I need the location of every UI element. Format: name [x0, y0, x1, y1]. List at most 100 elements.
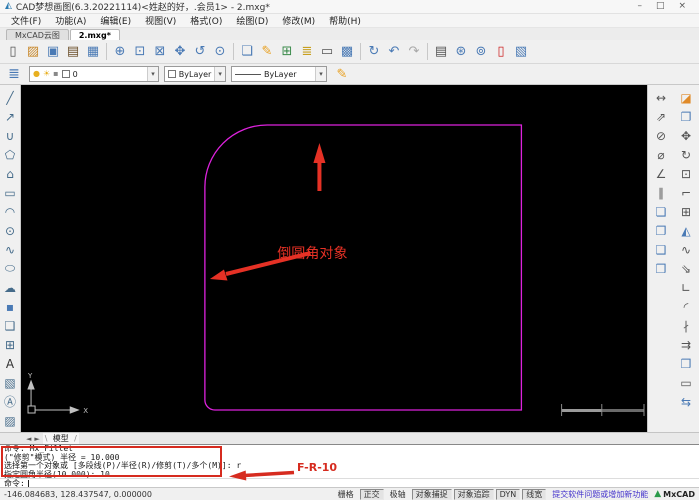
rotate-icon[interactable]: ↻	[677, 145, 696, 164]
wipeout-icon[interactable]: ⌂	[1, 164, 20, 183]
zoom-extents-icon[interactable]: ⊠	[150, 42, 170, 62]
copy-clip-icon[interactable]: ❏	[652, 202, 671, 221]
array-icon[interactable]: ⊞	[677, 202, 696, 221]
find-text-icon[interactable]: ❏	[237, 42, 257, 62]
dim-diameter-icon[interactable]: ⌀	[652, 145, 671, 164]
status-toggle-4[interactable]: 对象捕捉	[411, 488, 452, 500]
refresh-icon[interactable]: ↻	[364, 42, 384, 62]
status-toggle-6[interactable]: DYN	[495, 488, 521, 500]
circle-icon[interactable]: ⊙	[1, 221, 20, 240]
tab-mxcad-cloud[interactable]: MxCAD云图	[6, 29, 69, 40]
status-toggle-1[interactable]: 栅格	[334, 489, 358, 500]
new-file-icon[interactable]: ▯	[3, 42, 23, 62]
linetype-select[interactable]: ByLayer ▾	[231, 66, 327, 82]
point-icon[interactable]: ▪	[1, 297, 20, 316]
open-drawing-icon[interactable]: ▨	[23, 42, 43, 62]
spline-icon[interactable]: ∿	[1, 240, 20, 259]
break-icon[interactable]: ∤	[677, 316, 696, 335]
menu-item-3[interactable]: 编辑(E)	[93, 13, 138, 28]
polyline-edit-icon[interactable]: ⌐	[677, 183, 696, 202]
redo-icon[interactable]: ↷	[404, 42, 424, 62]
web-open-icon[interactable]: ⊚	[471, 42, 491, 62]
menu-item-2[interactable]: 功能(A)	[48, 13, 93, 28]
status-toggle-7[interactable]: 线宽	[522, 488, 547, 500]
move-icon[interactable]: ✥	[677, 126, 696, 145]
fillet-icon[interactable]: ◜	[677, 297, 696, 316]
pan-icon[interactable]: ✥	[170, 42, 190, 62]
menu-item-8[interactable]: 帮助(H)	[322, 13, 368, 28]
block-create-icon[interactable]: ❑	[1, 316, 20, 335]
dim-linear-icon[interactable]: ↔	[652, 88, 671, 107]
dim-angular-icon[interactable]: ∠	[652, 164, 671, 183]
command-line-panel[interactable]: 命令: Mx_Fillet ("修剪"模式) 半径 = 10.000 选择第一个…	[0, 444, 699, 487]
table-icon[interactable]: ⊞	[277, 42, 297, 62]
spline-edit-icon[interactable]: ∿	[677, 240, 696, 259]
box-3d-icon[interactable]: ❒	[677, 354, 696, 373]
command-input-row[interactable]: 命令:	[0, 478, 699, 487]
xline-icon[interactable]: ↗	[1, 107, 20, 126]
feedback-link[interactable]: 提交软件问题或增加新功能	[552, 489, 648, 500]
color-select[interactable]: ByLayer ▾	[164, 66, 226, 82]
tab-scroll-left-icon[interactable]: ◄	[26, 435, 31, 443]
drawing-canvas[interactable]: 倒圆角对象 Y X	[21, 85, 647, 432]
menu-item-6[interactable]: 绘图(D)	[229, 13, 275, 28]
mtext-icon[interactable]: ≣	[297, 42, 317, 62]
display-settings-icon[interactable]: ▩	[337, 42, 357, 62]
close-button[interactable]: ×	[678, 2, 686, 11]
layer-manager-icon[interactable]: ≣	[4, 64, 24, 84]
extend-icon[interactable]: ⇉	[677, 335, 696, 354]
menu-item-7[interactable]: 修改(M)	[275, 13, 322, 28]
mirror-icon[interactable]: ◭	[677, 221, 696, 240]
properties-pencil-icon[interactable]: ✎	[332, 64, 352, 84]
text-icon[interactable]: A	[1, 354, 20, 373]
line-icon[interactable]: ╱	[1, 88, 20, 107]
print-icon[interactable]: ▤	[431, 42, 451, 62]
zoom-scale-icon[interactable]: ⊙	[210, 42, 230, 62]
block-insert-icon[interactable]: ⊞	[1, 335, 20, 354]
zoom-dynamic-icon[interactable]: ⊕	[110, 42, 130, 62]
dim-continue-icon[interactable]: ∥	[652, 183, 671, 202]
erase-icon[interactable]: ◪	[677, 88, 696, 107]
minimize-button[interactable]: –	[637, 2, 642, 11]
rectangle-icon[interactable]: ▭	[1, 183, 20, 202]
tab-scroll-right-icon[interactable]: ►	[34, 435, 39, 443]
save-as-icon[interactable]: ▦	[83, 42, 103, 62]
status-toggle-2[interactable]: 正交	[359, 488, 384, 500]
status-toggle-3[interactable]: 极轴	[386, 489, 410, 500]
save-icon[interactable]: ▣	[43, 42, 63, 62]
open-folder-icon[interactable]: ▤	[63, 42, 83, 62]
copy-icon[interactable]: ❐	[677, 107, 696, 126]
dim-radius-icon[interactable]: ⊘	[652, 126, 671, 145]
paste-icon[interactable]: ❑	[652, 240, 671, 259]
dim-aligned-icon[interactable]: ⇗	[652, 107, 671, 126]
menu-item-5[interactable]: 格式(O)	[183, 13, 229, 28]
hatch-icon[interactable]: ▨	[1, 411, 20, 430]
maximize-button[interactable]: □	[656, 2, 665, 11]
layer-select[interactable]: ● ☀ ▪ 0 ▾	[29, 66, 159, 82]
zoom-previous-icon[interactable]: ↺	[190, 42, 210, 62]
image-attach-icon[interactable]: ▧	[1, 373, 20, 392]
model-tab[interactable]: 模型	[42, 433, 79, 444]
undo-icon[interactable]: ↶	[384, 42, 404, 62]
polyline-icon[interactable]: ∪	[1, 126, 20, 145]
zoom-window-icon[interactable]: ⊡	[130, 42, 150, 62]
image-export-icon[interactable]: ▧	[511, 42, 531, 62]
menu-item-4[interactable]: 视图(V)	[138, 13, 183, 28]
redline-pencil-icon[interactable]: ✎	[257, 42, 277, 62]
arc-icon[interactable]: ◠	[1, 202, 20, 221]
region-icon[interactable]: ▭	[677, 373, 696, 392]
polygon-icon[interactable]: ⬠	[1, 145, 20, 164]
scale-icon[interactable]: ⊡	[677, 164, 696, 183]
stretch-icon[interactable]: ⇘	[677, 259, 696, 278]
menu-item-1[interactable]: 文件(F)	[4, 13, 48, 28]
tab-drawing-2mxg[interactable]: 2.mxg*	[69, 29, 120, 40]
chamfer-icon[interactable]: ∟	[677, 278, 696, 297]
layout-page-icon[interactable]: ▭	[317, 42, 337, 62]
paste-as-block-icon[interactable]: ❒	[652, 259, 671, 278]
web-publish-icon[interactable]: ⊛	[451, 42, 471, 62]
copy-with-base-icon[interactable]: ❐	[652, 221, 671, 240]
align-icon[interactable]: ⇆	[677, 392, 696, 411]
revision-cloud-icon[interactable]: ☁	[1, 278, 20, 297]
text-style-icon[interactable]: Ⓐ	[1, 392, 20, 411]
pdf-export-icon[interactable]: ▯	[491, 42, 511, 62]
